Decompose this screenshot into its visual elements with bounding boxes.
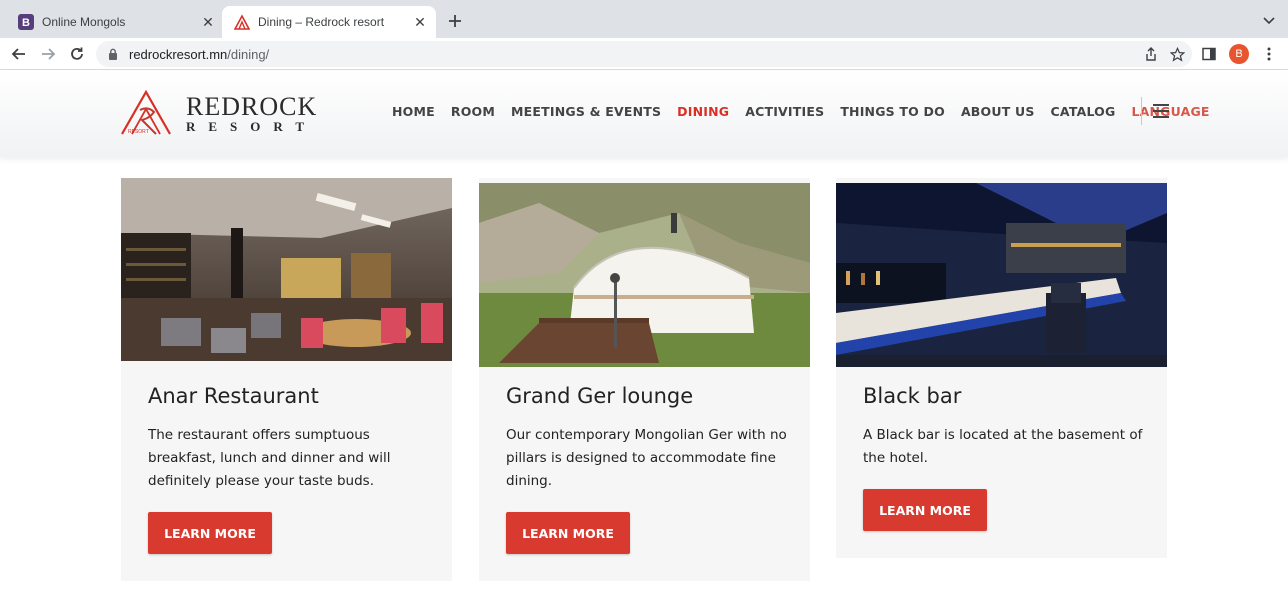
learn-more-button[interactable]: LEARN MORE (148, 512, 272, 554)
nav-dining[interactable]: DINING (677, 104, 729, 119)
tab-title: Online Mongols (42, 15, 126, 29)
nav-activities[interactable]: ACTIVITIES (745, 104, 824, 119)
card-description: The restaurant offers sumptuous breakfas… (148, 427, 391, 489)
restaurant-interior-image[interactable] (121, 178, 452, 361)
forward-arrow-icon[interactable] (37, 43, 59, 65)
lock-icon[interactable] (106, 47, 120, 61)
url-host: redrockresort.mn (129, 46, 228, 62)
star-icon[interactable] (1168, 45, 1186, 63)
back-arrow-icon[interactable] (8, 43, 30, 65)
share-icon[interactable] (1142, 45, 1160, 63)
learn-more-button[interactable]: LEARN MORE (863, 489, 987, 531)
new-tab-button[interactable] (444, 10, 466, 32)
card-description: Our contemporary Mongolian Ger with no p… (506, 427, 787, 489)
browser-tab-dining[interactable]: Dining – Redrock resort ✕ (222, 6, 436, 38)
browser-tab-online-mongols[interactable]: B Online Mongols ✕ (6, 6, 224, 38)
tab-title: Dining – Redrock resort (258, 15, 385, 29)
nav-things-to-do[interactable]: THINGS TO DO (840, 104, 945, 119)
dining-card-anar: Anar Restaurant The restaurant offers su… (121, 178, 452, 581)
card-title: Grand Ger lounge (506, 384, 694, 408)
browser-tab-bar: B Online Mongols ✕ Dining – Redrock reso… (0, 0, 1288, 38)
logo-mark-text: RESORT (128, 129, 149, 135)
browser-toolbar: redrockresort.mn/dining/ B (0, 38, 1288, 70)
nav-room[interactable]: ROOM (451, 104, 495, 119)
learn-more-button[interactable]: LEARN MORE (506, 512, 630, 554)
nav-language[interactable]: LANGUAGE (1131, 104, 1209, 119)
svg-text:B: B (22, 17, 30, 29)
reload-icon[interactable] (66, 43, 88, 65)
bar-interior-image[interactable] (836, 183, 1167, 367)
close-tab-icon[interactable]: ✕ (198, 12, 218, 32)
chevron-down-icon[interactable] (1260, 12, 1278, 30)
dining-card-black-bar: Black bar A Black bar is located at the … (836, 178, 1167, 558)
site-header: RESORT REDROCK RESORT HOME ROOM MEETINGS… (0, 71, 1288, 157)
close-tab-icon[interactable]: ✕ (410, 12, 430, 32)
nav-divider (1141, 97, 1142, 125)
card-title: Anar Restaurant (148, 384, 319, 408)
more-menu-icon[interactable] (1258, 43, 1280, 65)
main-nav: HOME ROOM MEETINGS & EVENTS DINING ACTIV… (392, 104, 1226, 119)
nav-catalog[interactable]: CATALOG (1051, 104, 1116, 119)
card-description: A Black bar is located at the basement o… (863, 427, 1143, 466)
avatar: B (1229, 44, 1249, 64)
side-panel-icon[interactable] (1198, 43, 1220, 65)
redrock-logo-icon: RESORT (121, 90, 171, 135)
url-path: /dining/ (227, 46, 270, 62)
logo-subtitle: RESORT (186, 119, 318, 134)
mongolian-ger-image[interactable] (479, 183, 810, 367)
address-bar[interactable]: redrockresort.mn/dining/ (96, 41, 1192, 67)
profile-avatar[interactable]: B (1228, 43, 1250, 65)
card-title: Black bar (863, 384, 962, 408)
site-logo[interactable]: RESORT REDROCK RESORT (120, 90, 320, 136)
bootstrap-icon: B (18, 14, 34, 30)
nav-about-us[interactable]: ABOUT US (961, 104, 1035, 119)
hamburger-menu-icon[interactable] (1153, 104, 1169, 118)
redrock-icon (233, 14, 251, 30)
logo-name: REDROCK (186, 92, 318, 121)
dining-card-grand-ger: Grand Ger lounge Our contemporary Mongol… (479, 178, 810, 581)
nav-meetings-events[interactable]: MEETINGS & EVENTS (511, 104, 661, 119)
nav-home[interactable]: HOME (392, 104, 435, 119)
